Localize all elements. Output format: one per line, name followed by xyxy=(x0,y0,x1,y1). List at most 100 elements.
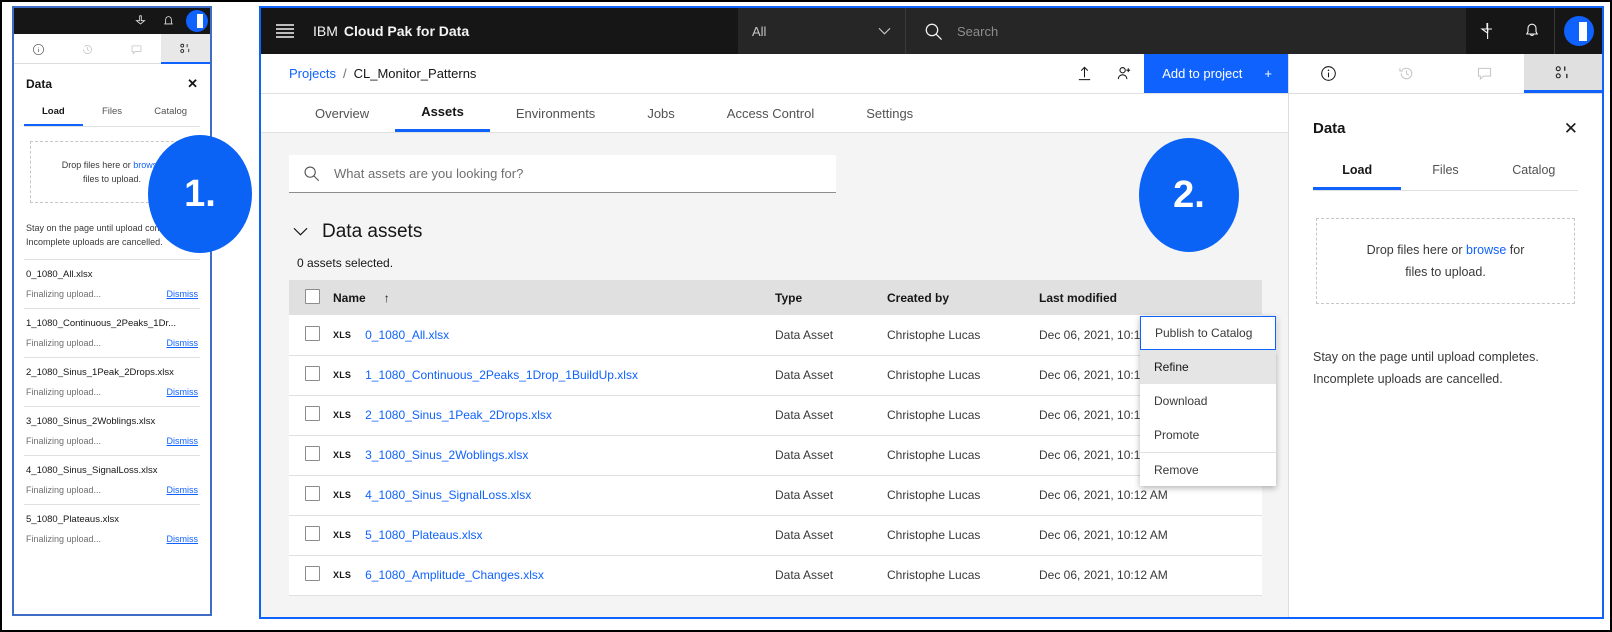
mini-subtab-catalog[interactable]: Catalog xyxy=(141,102,200,126)
row-checkbox[interactable] xyxy=(305,486,320,501)
breadcrumb-bar: Projects / CL_Monitor_Patterns Add to pr… xyxy=(261,54,1288,94)
history-icon[interactable] xyxy=(63,34,112,64)
mini-dismiss-link[interactable]: Dismiss xyxy=(167,436,199,446)
subtab-load[interactable]: Load xyxy=(1313,159,1402,190)
mini-subtab-load[interactable]: Load xyxy=(24,102,83,126)
column-header-name-label: Name xyxy=(333,290,366,305)
asset-search-input[interactable]: What assets are you looking for? xyxy=(289,155,836,193)
notification-bell-icon[interactable] xyxy=(154,8,182,34)
close-icon[interactable]: ✕ xyxy=(1564,120,1578,137)
asset-name-link[interactable]: 5_1080_Plateaus.xlsx xyxy=(365,528,482,542)
mini-subtab-files[interactable]: Files xyxy=(83,102,142,126)
tab-settings[interactable]: Settings xyxy=(840,94,939,132)
mini-dismiss-link[interactable]: Dismiss xyxy=(167,338,199,348)
tab-overview[interactable]: Overview xyxy=(289,94,395,132)
asset-name-link[interactable]: 2_1080_Sinus_1Peak_2Drops.xlsx xyxy=(365,408,552,422)
data-assets-section-toggle[interactable]: Data assets xyxy=(293,221,1260,243)
column-header-last-modified[interactable]: Last modified xyxy=(1039,280,1262,315)
mini-drop-text-pre: Drop files here or xyxy=(61,160,134,170)
menu-item-refine[interactable]: Refine xyxy=(1140,350,1276,384)
tab-access-control[interactable]: Access Control xyxy=(701,94,840,132)
table-row[interactable]: XLS 5_1080_Plateaus.xlsx Data Asset Chris… xyxy=(289,515,1262,556)
column-header-created-by[interactable]: Created by xyxy=(887,280,1039,315)
asset-name-link[interactable]: 3_1080_Sinus_2Woblings.xlsx xyxy=(365,448,528,462)
brand-title[interactable]: IBM Cloud Pak for Data xyxy=(309,8,469,54)
table-row[interactable]: XLS 2_1080_Sinus_1Peak_2Drops.xlsx Data A… xyxy=(289,395,1262,436)
table-row[interactable]: XLS 3_1080_Sinus_2Woblings.xlsx Data Asse… xyxy=(289,435,1262,476)
asset-type: Data Asset xyxy=(775,475,887,516)
row-checkbox[interactable] xyxy=(305,526,320,541)
table-row[interactable]: XLS 1_1080_Continuous_2Peaks_1Drop_1Build… xyxy=(289,355,1262,396)
row-checkbox[interactable] xyxy=(305,446,320,461)
data-icon[interactable] xyxy=(161,34,210,64)
column-header-type[interactable]: Type xyxy=(775,280,887,315)
subtab-catalog[interactable]: Catalog xyxy=(1490,159,1578,190)
pin-icon[interactable] xyxy=(126,8,154,34)
comment-icon[interactable] xyxy=(1446,54,1524,93)
menu-item-promote[interactable]: Promote xyxy=(1140,418,1276,452)
asset-created-by: Christophe Lucas xyxy=(887,355,1039,396)
asset-name-link[interactable]: 6_1080_Amplitude_Changes.xlsx xyxy=(365,568,544,582)
avatar[interactable] xyxy=(1563,16,1594,46)
mini-dismiss-link[interactable]: Dismiss xyxy=(167,387,199,397)
select-all-header xyxy=(289,280,333,315)
column-header-name[interactable]: Name ↑ xyxy=(333,280,775,315)
row-checkbox[interactable] xyxy=(305,325,320,341)
tab-jobs[interactable]: Jobs xyxy=(621,94,700,132)
breadcrumb-projects-link[interactable]: Projects xyxy=(289,66,336,81)
upload-note-line1: Stay on the page until upload completes. xyxy=(1313,350,1539,364)
data-icon[interactable] xyxy=(1523,54,1602,93)
mini-file-row: Finalizing upload... Dismiss xyxy=(26,534,198,544)
close-icon[interactable]: ✕ xyxy=(187,76,198,92)
notification-bell-icon[interactable] xyxy=(1510,8,1554,54)
info-icon[interactable] xyxy=(14,34,63,64)
menu-item-publish-to-catalog[interactable]: Publish to Catalog xyxy=(1140,316,1276,350)
subtab-files[interactable]: Files xyxy=(1401,159,1489,190)
asset-created-by: Christophe Lucas xyxy=(887,315,1039,356)
table-row[interactable]: XLS 6_1080_Amplitude_Changes.xlsx Data As… xyxy=(289,555,1262,596)
hamburger-menu-icon[interactable] xyxy=(261,8,309,54)
asset-name-link[interactable]: 1_1080_Continuous_2Peaks_1Drop_1BuildUp.… xyxy=(365,368,638,382)
table-row[interactable]: XLS 4_1080_Sinus_SignalLoss.xlsx Data Ass… xyxy=(289,475,1262,516)
asset-name-link[interactable]: 0_1080_All.xlsx xyxy=(365,328,449,342)
asset-name-link[interactable]: 4_1080_Sinus_SignalLoss.xlsx xyxy=(365,488,531,502)
search-scope-dropdown[interactable]: All xyxy=(738,8,906,54)
user-avatar-wrapper[interactable] xyxy=(1554,8,1602,54)
history-icon[interactable] xyxy=(1367,54,1445,93)
asset-type: Data Asset xyxy=(775,515,887,556)
mini-file-name: 4_1080_Sinus_SignalLoss.xlsx xyxy=(26,465,158,476)
selected-count-label: 0 assets selected. xyxy=(297,256,394,270)
mini-panel-header: Data ✕ xyxy=(24,64,200,102)
asset-created-by: Christophe Lucas xyxy=(887,555,1039,596)
mini-dismiss-link[interactable]: Dismiss xyxy=(167,485,199,495)
upload-icon[interactable] xyxy=(1064,54,1104,93)
table-row[interactable]: XLS 0_1080_All.xlsx Data Asset Christophe… xyxy=(289,315,1262,356)
main-window: IBM Cloud Pak for Data All Search Projec… xyxy=(259,6,1604,619)
menu-item-remove[interactable]: Remove xyxy=(1140,452,1276,486)
info-icon[interactable] xyxy=(1289,54,1367,93)
pin-icon[interactable] xyxy=(1466,8,1510,54)
add-to-project-button[interactable]: Add to project + xyxy=(1144,54,1288,93)
mini-file-row: Finalizing upload... Dismiss xyxy=(26,338,198,348)
mini-file-row: Finalizing upload... Dismiss xyxy=(26,289,198,299)
asset-type: Data Asset xyxy=(775,395,887,436)
header-icon-group xyxy=(1466,8,1554,54)
mini-file-status: Finalizing upload... xyxy=(26,436,102,446)
global-search-input[interactable]: Search xyxy=(906,8,1466,54)
mini-dismiss-link[interactable]: Dismiss xyxy=(167,289,199,299)
mini-file-row: Finalizing upload... Dismiss xyxy=(26,387,198,397)
row-checkbox[interactable] xyxy=(305,406,320,421)
tab-assets[interactable]: Assets xyxy=(395,94,490,132)
assets-table: Name ↑ Type Created by Last modified XLS… xyxy=(289,280,1262,596)
mini-dismiss-link[interactable]: Dismiss xyxy=(167,534,199,544)
row-checkbox[interactable] xyxy=(305,566,320,581)
mini-avatar[interactable] xyxy=(186,10,208,32)
comment-icon[interactable] xyxy=(112,34,161,64)
select-all-checkbox[interactable] xyxy=(305,288,320,304)
browse-link[interactable]: browse xyxy=(1466,243,1506,257)
tab-environments[interactable]: Environments xyxy=(490,94,621,132)
menu-item-download[interactable]: Download xyxy=(1140,384,1276,418)
add-collaborator-icon[interactable] xyxy=(1104,54,1144,93)
row-checkbox[interactable] xyxy=(305,366,320,381)
file-dropzone[interactable]: Drop files here or browse for files to u… xyxy=(1316,218,1575,304)
